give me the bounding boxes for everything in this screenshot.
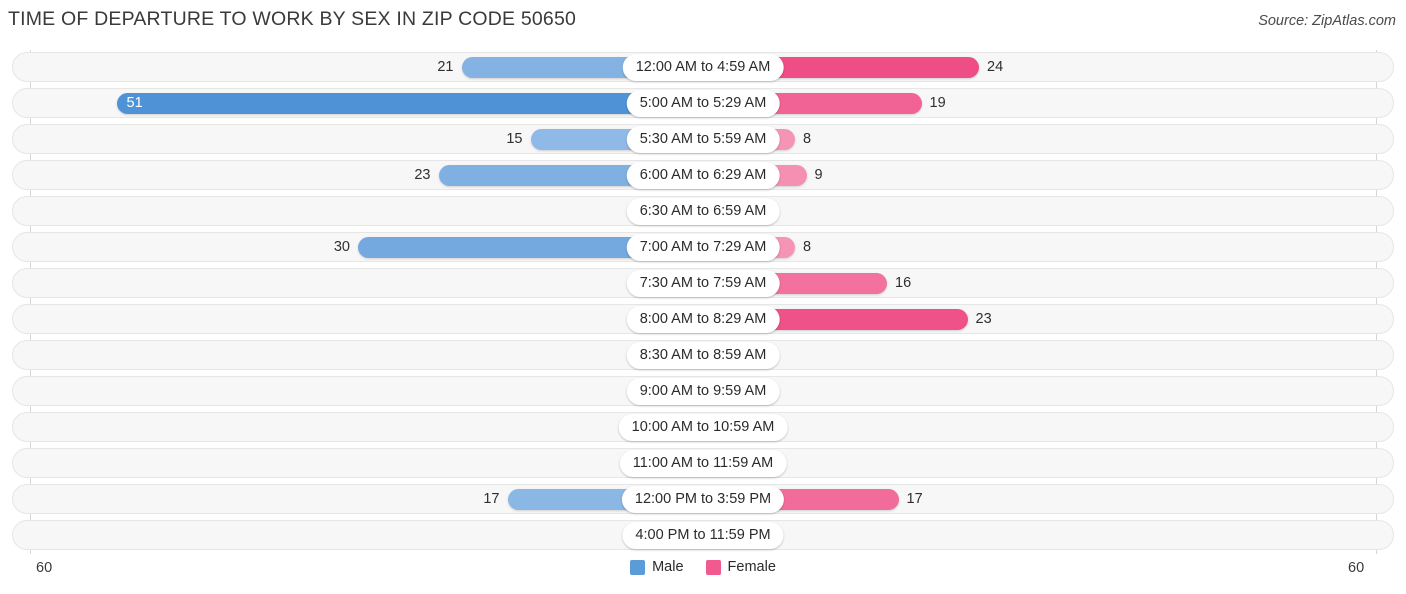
chart-row: 17 17 12:00 PM to 3:59 PM [0, 482, 1406, 518]
value-label-female: 23 [975, 311, 992, 327]
category-label: 12:00 PM to 3:59 PM [621, 486, 785, 513]
category-label: 11:00 AM to 11:59 AM [619, 450, 787, 477]
value-label-female: 19 [929, 95, 946, 111]
chart-root: TIME OF DEPARTURE TO WORK BY SEX IN ZIP … [0, 0, 1406, 594]
source-attribution: Source: ZipAtlas.com [1258, 13, 1396, 29]
value-label-female: 9 [814, 167, 823, 183]
chart-row: 15 8 5:30 AM to 5:59 AM [0, 122, 1406, 158]
chart-row: 5238:00 AM to 8:29 AM [0, 302, 1406, 338]
legend-label: Male [652, 559, 684, 575]
legend-item-female[interactable]: Female [705, 559, 776, 575]
category-label: 7:00 AM to 7:29 AM [626, 234, 780, 261]
category-label: 10:00 AM to 10:59 AM [618, 414, 788, 441]
category-label: 6:30 AM to 6:59 AM [626, 198, 780, 225]
value-label-female: 8 [803, 239, 812, 255]
chart-row: 0210:00 AM to 10:59 AM [0, 410, 1406, 446]
category-label: 6:00 AM to 6:29 AM [626, 162, 780, 189]
value-label-male: 15 [506, 131, 523, 147]
bar-male[interactable] [116, 93, 703, 114]
chart-row: 51 19 5:00 AM to 5:29 AM [0, 86, 1406, 122]
legend-item-male[interactable]: Male [630, 559, 684, 575]
category-label: 7:30 AM to 7:59 AM [626, 270, 780, 297]
category-label: 5:30 AM to 5:59 AM [626, 126, 780, 153]
value-label-female: 16 [895, 275, 912, 291]
chart-row: 23 9 6:00 AM to 6:29 AM [0, 158, 1406, 194]
chart-row: 009:00 AM to 9:59 AM [0, 374, 1406, 410]
category-label: 12:00 AM to 4:59 AM [622, 54, 784, 81]
value-label-female: 17 [906, 491, 923, 507]
chart-row: 0011:00 AM to 11:59 AM [0, 446, 1406, 482]
chart-row: 106:30 AM to 6:59 AM [0, 194, 1406, 230]
value-label-male: 30 [333, 239, 350, 255]
legend-swatch-icon [630, 559, 646, 575]
category-label: 5:00 AM to 5:29 AM [626, 90, 780, 117]
value-label-female: 24 [987, 59, 1004, 75]
page-title: TIME OF DEPARTURE TO WORK BY SEX IN ZIP … [8, 8, 577, 30]
value-label-male: 21 [437, 59, 454, 75]
plot-area: 21 24 12:00 AM to 4:59 AM 51 19 5:00 AM to 5:… [0, 50, 1406, 554]
category-label: 9:00 AM to 9:59 AM [626, 378, 780, 405]
chart-row: 21 24 12:00 AM to 4:59 AM [0, 50, 1406, 86]
chart-row: 0167:30 AM to 7:59 AM [0, 266, 1406, 302]
chart-legend: Male Female [0, 559, 1406, 575]
value-label-male: 51 [126, 95, 143, 111]
value-label-male: 17 [483, 491, 500, 507]
legend-label: Female [727, 559, 776, 575]
chart-row: 204:00 PM to 11:59 PM [0, 518, 1406, 554]
value-label-male: 23 [414, 167, 431, 183]
category-label: 8:00 AM to 8:29 AM [626, 306, 780, 333]
value-label-female: 8 [803, 131, 812, 147]
category-label: 8:30 AM to 8:59 AM [626, 342, 780, 369]
category-label: 4:00 PM to 11:59 PM [622, 522, 784, 549]
legend-swatch-icon [705, 559, 721, 575]
chart-row: 028:30 AM to 8:59 AM [0, 338, 1406, 374]
chart-row: 30 8 7:00 AM to 7:29 AM [0, 230, 1406, 266]
